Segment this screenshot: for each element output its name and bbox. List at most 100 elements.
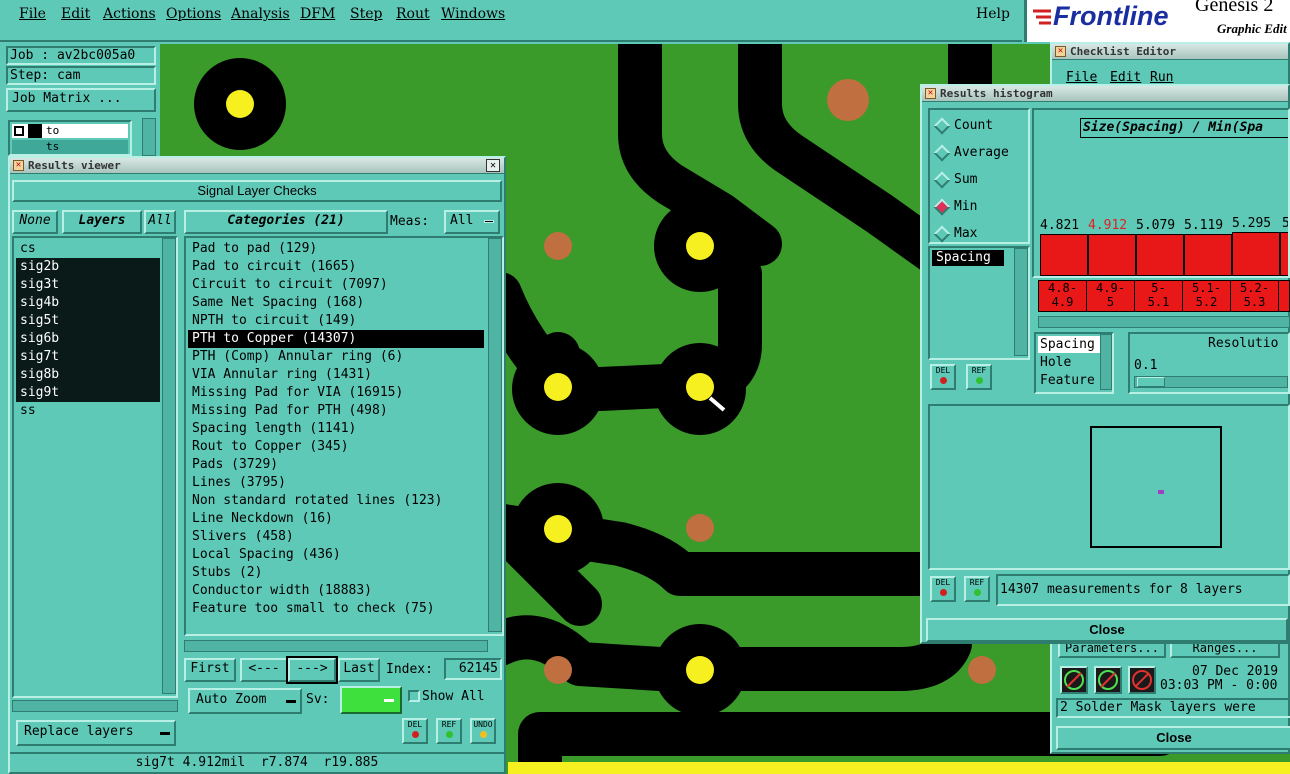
first-button[interactable]: First: [184, 658, 236, 682]
mode-sum[interactable]: Sum: [930, 170, 1026, 192]
menu-rout[interactable]: Rout: [396, 6, 430, 22]
window-menu-icon[interactable]: ✕: [1055, 46, 1066, 57]
category-item[interactable]: Pad to pad (129): [188, 240, 484, 258]
sv-color-dropdown[interactable]: [340, 686, 402, 714]
hist-ref-button-2[interactable]: REF: [964, 576, 990, 602]
type-hole[interactable]: Hole: [1038, 354, 1100, 371]
ref-button[interactable]: REF: [436, 718, 462, 744]
layer-item[interactable]: ss: [16, 402, 160, 420]
mode-count[interactable]: Count: [930, 116, 1026, 138]
histogram-bar[interactable]: [1184, 234, 1232, 276]
category-item[interactable]: Pads (3729): [188, 456, 484, 474]
all-layers-button[interactable]: All: [144, 210, 176, 234]
layer-item[interactable]: sig7t: [16, 348, 160, 366]
preview-frame[interactable]: [1090, 426, 1222, 548]
categories-button[interactable]: Categories (21): [184, 210, 388, 234]
menu-help[interactable]: Help: [976, 6, 1010, 22]
checklist-close-button[interactable]: Close: [1056, 726, 1290, 750]
none-button[interactable]: None: [12, 210, 58, 234]
categories-h-scrollbar[interactable]: [184, 640, 488, 652]
category-item[interactable]: Missing Pad for VIA (16915): [188, 384, 484, 402]
category-item[interactable]: Slivers (458): [188, 528, 484, 546]
next-button[interactable]: --->: [286, 656, 338, 684]
histogram-h-scrollbar[interactable]: [1038, 316, 1290, 328]
window-menu-icon[interactable]: ✕: [13, 160, 24, 171]
category-item[interactable]: Feature too small to check (75): [188, 600, 484, 618]
meas-dropdown[interactable]: All: [444, 210, 500, 234]
menu-step[interactable]: Step: [350, 6, 382, 22]
type-scrollbar[interactable]: [1100, 334, 1112, 390]
type-feature[interactable]: Feature: [1038, 372, 1100, 389]
layers-scrollbar[interactable]: [162, 238, 176, 694]
checklist-menu-edit[interactable]: Edit: [1110, 70, 1141, 85]
checklist-menu-run[interactable]: Run: [1150, 70, 1173, 85]
layer-item[interactable]: sig4b: [16, 294, 160, 312]
mode-max[interactable]: Max: [930, 224, 1026, 246]
layer-item[interactable]: sig2b: [16, 258, 160, 276]
category-item[interactable]: Conductor width (18883): [188, 582, 484, 600]
hist-ref-button[interactable]: REF: [966, 364, 992, 390]
layer-item[interactable]: sig8b: [16, 366, 160, 384]
histogram-bar[interactable]: [1088, 234, 1136, 276]
resolution-slider[interactable]: [1134, 376, 1288, 388]
histogram-bar[interactable]: [1280, 232, 1288, 276]
run-all-icon[interactable]: [1094, 666, 1122, 694]
category-item[interactable]: Non standard rotated lines (123): [188, 492, 484, 510]
menu-edit[interactable]: Edit: [61, 6, 90, 22]
category-item[interactable]: PTH (Comp) Annular ring (6): [188, 348, 484, 366]
category-item[interactable]: Pad to circuit (1665): [188, 258, 484, 276]
categories-scrollbar[interactable]: [488, 238, 502, 632]
menu-options[interactable]: Options: [166, 6, 221, 22]
show-all-checkbox[interactable]: [408, 690, 420, 702]
resolution-slider-thumb[interactable]: [1137, 377, 1165, 387]
close-icon[interactable]: ✕: [486, 159, 500, 172]
window-menu-icon[interactable]: ✕: [925, 88, 936, 99]
category-item[interactable]: Circuit to circuit (7097): [188, 276, 484, 294]
checklist-menu-file[interactable]: File: [1066, 70, 1097, 85]
category-item[interactable]: Missing Pad for PTH (498): [188, 402, 484, 420]
prev-button[interactable]: <---: [240, 658, 288, 682]
category-item[interactable]: Rout to Copper (345): [188, 438, 484, 456]
category-item[interactable]: NPTH to circuit (149): [188, 312, 484, 330]
auto-zoom-dropdown[interactable]: Auto Zoom: [188, 688, 302, 714]
category-item[interactable]: Same Net Spacing (168): [188, 294, 484, 312]
menu-analysis[interactable]: Analysis: [231, 6, 290, 22]
histogram-bar[interactable]: [1136, 234, 1184, 276]
category-item[interactable]: Line Neckdown (16): [188, 510, 484, 528]
replace-layers-dropdown[interactable]: Replace layers: [16, 720, 176, 746]
measure-scrollbar[interactable]: [1014, 248, 1028, 356]
category-item[interactable]: PTH to Copper (14307): [188, 330, 484, 348]
category-item[interactable]: Spacing length (1141): [188, 420, 484, 438]
layer-item[interactable]: sig3t: [16, 276, 160, 294]
layer-item[interactable]: sig6b: [16, 330, 160, 348]
layer-item[interactable]: sig9t: [16, 384, 160, 402]
category-item[interactable]: VIA Annular ring (1431): [188, 366, 484, 384]
layers-button[interactable]: Layers: [62, 210, 142, 234]
category-item[interactable]: Local Spacing (436): [188, 546, 484, 564]
layer-item[interactable]: cs: [16, 240, 160, 258]
hist-del-button-2[interactable]: DEL: [930, 576, 956, 602]
layer-item[interactable]: sig5t: [16, 312, 160, 330]
undo-button[interactable]: UNDO: [470, 718, 496, 744]
job-matrix-button[interactable]: Job Matrix ...: [6, 88, 156, 112]
category-item[interactable]: Stubs (2): [188, 564, 484, 582]
hist-del-button[interactable]: DEL: [930, 364, 956, 390]
type-spacing[interactable]: Spacing: [1038, 336, 1100, 353]
menu-windows[interactable]: Windows: [441, 6, 505, 22]
run-check-icon[interactable]: [1060, 666, 1088, 694]
job-panel-scrollbar[interactable]: [142, 118, 156, 156]
layer-checkbox[interactable]: [14, 126, 24, 136]
menu-actions[interactable]: Actions: [103, 6, 156, 22]
layer-row-ts[interactable]: ts: [12, 140, 128, 154]
index-input[interactable]: 62145: [444, 658, 502, 680]
histogram-bar[interactable]: [1040, 234, 1088, 276]
signal-layer-checks-header[interactable]: Signal Layer Checks: [12, 180, 502, 202]
histogram-bar[interactable]: [1232, 232, 1280, 276]
category-item[interactable]: Lines (3795): [188, 474, 484, 492]
layers-h-scrollbar[interactable]: [12, 700, 178, 712]
menu-dfm[interactable]: DFM: [300, 6, 335, 22]
histogram-close-button[interactable]: Close: [926, 618, 1288, 642]
mode-min[interactable]: Min: [930, 197, 1026, 219]
stop-check-icon[interactable]: [1128, 666, 1156, 694]
del-button[interactable]: DEL: [402, 718, 428, 744]
